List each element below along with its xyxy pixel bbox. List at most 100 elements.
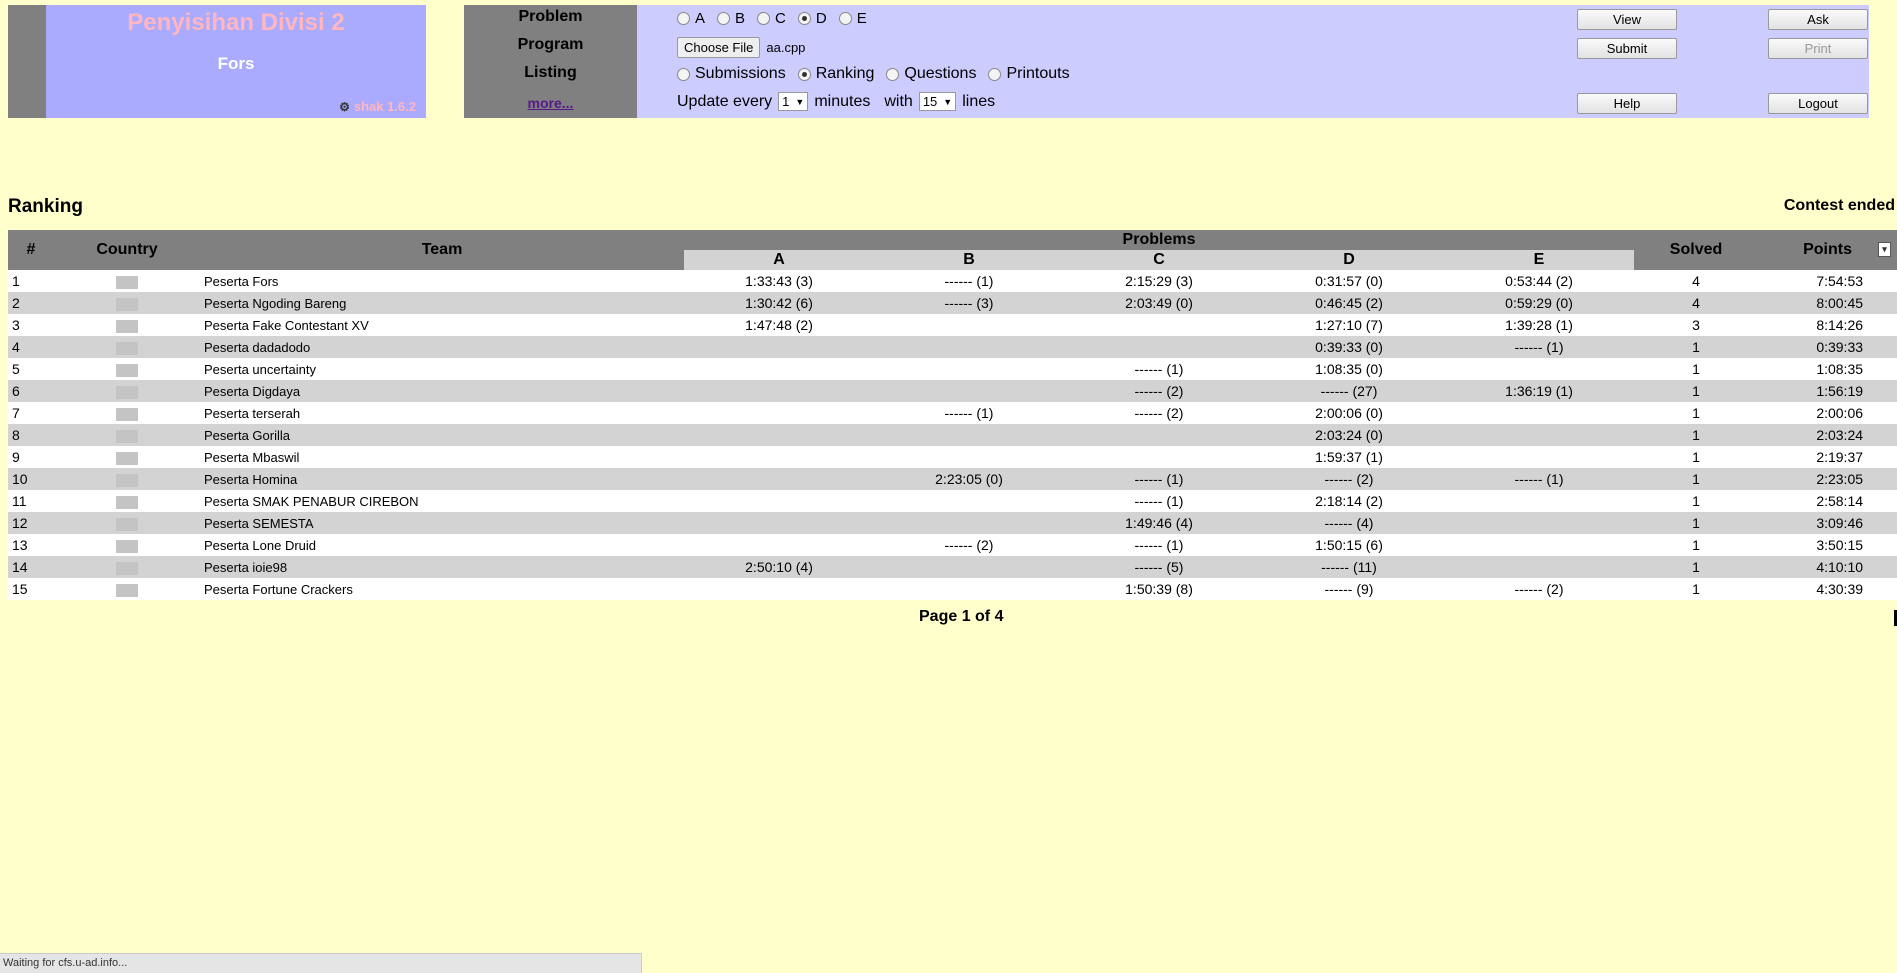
radio-button-icon[interactable] [988,67,1002,81]
problem-d-cell: 0:31:57 (0) [1254,270,1444,292]
logout-button[interactable]: Logout [1768,93,1868,114]
program-upload: Choose File aa.cpp [677,37,805,58]
problem-option-label: C [775,10,786,27]
problem-c-cell [1064,336,1254,358]
problem-d-cell: 0:46:45 (2) [1254,292,1444,314]
problem-e-cell [1444,490,1635,512]
problem-option-d[interactable]: D [797,10,827,27]
rank-cell: 6 [8,380,54,402]
version-text: shak 1.6.2 [353,99,416,114]
problem-option-c[interactable]: C [757,10,786,27]
radio-button-icon[interactable] [717,12,731,25]
rank-cell: 7 [8,402,54,424]
radio-button-icon[interactable] [757,12,771,25]
problem-option-b[interactable]: B [717,10,745,27]
problem-d-cell: 1:50:15 (6) [1254,534,1444,556]
submit-button[interactable]: Submit [1577,38,1677,59]
radio-button-icon[interactable] [838,12,852,25]
solved-cell: 1 [1634,556,1759,578]
listing-option-submissions[interactable]: Submissions [677,65,786,83]
country-cell [54,380,200,402]
solved-cell: 1 [1634,358,1759,380]
problem-e-cell: ------ (1) [1444,468,1635,490]
radio-button-icon[interactable] [797,67,811,81]
listing-label: Listing [524,64,577,81]
problem-e-cell: 0:53:44 (2) [1444,270,1635,292]
rank-cell: 14 [8,556,54,578]
problem-c-cell [1064,314,1254,336]
problem-c-cell: 2:03:49 (0) [1064,292,1254,314]
table-row: 2 Peserta Ngoding Bareng 1:30:42 (6) ------… [8,292,1897,314]
header-problem-c: C [1064,250,1254,270]
country-flag-icon [116,275,138,289]
problem-a-cell [684,490,874,512]
table-row: 6 Peserta Digdaya ------ (2) ------ (27) 1:3… [8,380,1897,402]
problem-d-cell: 1:59:37 (1) [1254,446,1444,468]
points-cell: 3:09:46 [1758,512,1897,534]
problem-b-cell: ------ (1) [874,270,1064,292]
radio-button-icon[interactable] [677,12,690,25]
team-name: Fors [217,54,255,73]
team-cell: Peserta Digdaya [200,380,684,402]
help-button[interactable]: Help [1577,93,1677,114]
problem-a-cell [684,402,874,424]
country-cell [54,534,200,556]
solved-cell: 3 [1634,314,1759,336]
country-cell [54,512,200,534]
problem-d-cell: ------ (27) [1254,380,1444,402]
table-row: 3 Peserta Fake Contestant XV 1:47:48 (2) 1:… [8,314,1897,336]
listing-selector: Submissions Ranking Questions Printouts [677,65,1082,83]
column-options-icon[interactable]: ▾ [1878,242,1892,257]
problem-c-cell: ------ (2) [1064,380,1254,402]
header-rank: # [8,230,54,270]
ask-button[interactable]: Ask [1768,9,1868,30]
listing-option-label: Ranking [815,65,875,82]
table-row: 5 Peserta uncertainty ------ (1) 1:08:35 (0… [8,358,1897,380]
country-flag-icon [116,297,138,311]
problem-option-a[interactable]: A [677,10,705,27]
header-problem-e: E [1444,250,1635,270]
problem-a-cell [684,534,874,556]
minutes-select[interactable]: 1 ▼ [778,92,809,111]
problem-option-e[interactable]: E [838,10,867,27]
country-flag-icon [116,473,138,487]
listing-option-label: Printouts [1006,65,1070,82]
header-problem-b: B [874,250,1064,270]
table-row: 1 Peserta Fors 1:33:43 (3) ------ (1) 2:15:2… [8,270,1897,292]
problem-d-cell: 2:00:06 (0) [1254,402,1444,424]
more-link[interactable]: more... [464,95,637,111]
problem-a-cell: 1:47:48 (2) [684,314,874,336]
team-cell: Peserta uncertainty [200,358,684,380]
listing-option-printouts[interactable]: Printouts [988,65,1070,83]
listing-option-ranking[interactable]: Ranking [797,65,875,83]
lines-label: lines [962,92,996,110]
listing-option-questions[interactable]: Questions [886,65,976,83]
rank-cell: 2 [8,292,54,314]
lines-select[interactable]: 15 ▼ [918,92,957,111]
ranking-table: # Country Team Problems Solved Points ▾ A… [8,230,1897,600]
problem-a-cell [684,424,874,446]
problem-b-cell [874,424,1064,446]
points-cell: 1:56:19 [1758,380,1897,402]
problem-b-cell [874,556,1064,578]
header-country: Country [54,230,200,270]
header-problems: Problems [684,230,1635,250]
choose-file-button[interactable]: Choose File [677,37,761,58]
header-team: Team [200,230,684,270]
radio-button-icon[interactable] [886,67,900,81]
problem-b-cell [874,358,1064,380]
radio-button-icon[interactable] [797,12,811,25]
print-button[interactable]: Print [1768,38,1868,59]
table-row: 8 Peserta Gorilla 2:03:24 (0) 1 2:03:24 [8,424,1897,446]
problem-a-cell: 2:50:10 (4) [684,556,874,578]
problem-c-cell: 1:50:39 (8) [1064,578,1254,600]
problem-a-cell [684,578,874,600]
view-button[interactable]: View [1577,9,1677,30]
country-flag-icon [116,495,138,509]
problem-selector: A B C D E [677,10,879,27]
chevron-down-icon: ▼ [943,96,953,107]
radio-button-icon[interactable] [677,67,690,81]
country-flag-icon [116,363,138,377]
team-cell: Peserta Homina [200,468,684,490]
problem-e-cell: 0:59:29 (0) [1444,292,1635,314]
